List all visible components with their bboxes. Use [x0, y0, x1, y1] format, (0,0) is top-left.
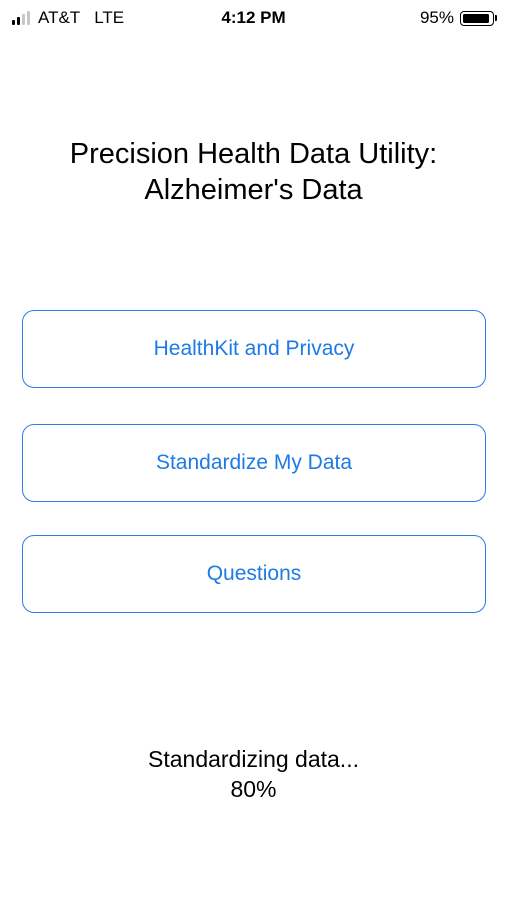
battery-tip — [495, 15, 497, 21]
questions-button[interactable]: Questions — [22, 535, 486, 613]
healthkit-privacy-button[interactable]: HealthKit and Privacy — [22, 310, 486, 388]
status-bar: AT&T LTE 4:12 PM 95% — [0, 0, 507, 36]
status-bar-right: 95% — [420, 8, 497, 28]
battery-percent: 95% — [419, 8, 454, 27]
progress-status: Standardizing data... 80% — [0, 744, 507, 804]
progress-percent: 80% — [230, 776, 277, 802]
standardize-data-button[interactable]: Standardize My Data — [22, 424, 486, 502]
title-line-2: Alzheimer's Data — [144, 174, 363, 206]
title-line-1: Precision Health Data Utility: — [69, 138, 438, 170]
page-title: Precision Health Data Utility: Alzheimer… — [0, 136, 507, 208]
battery-fill — [463, 13, 489, 23]
progress-message: Standardizing data... — [148, 746, 359, 772]
battery-icon — [460, 10, 494, 26]
